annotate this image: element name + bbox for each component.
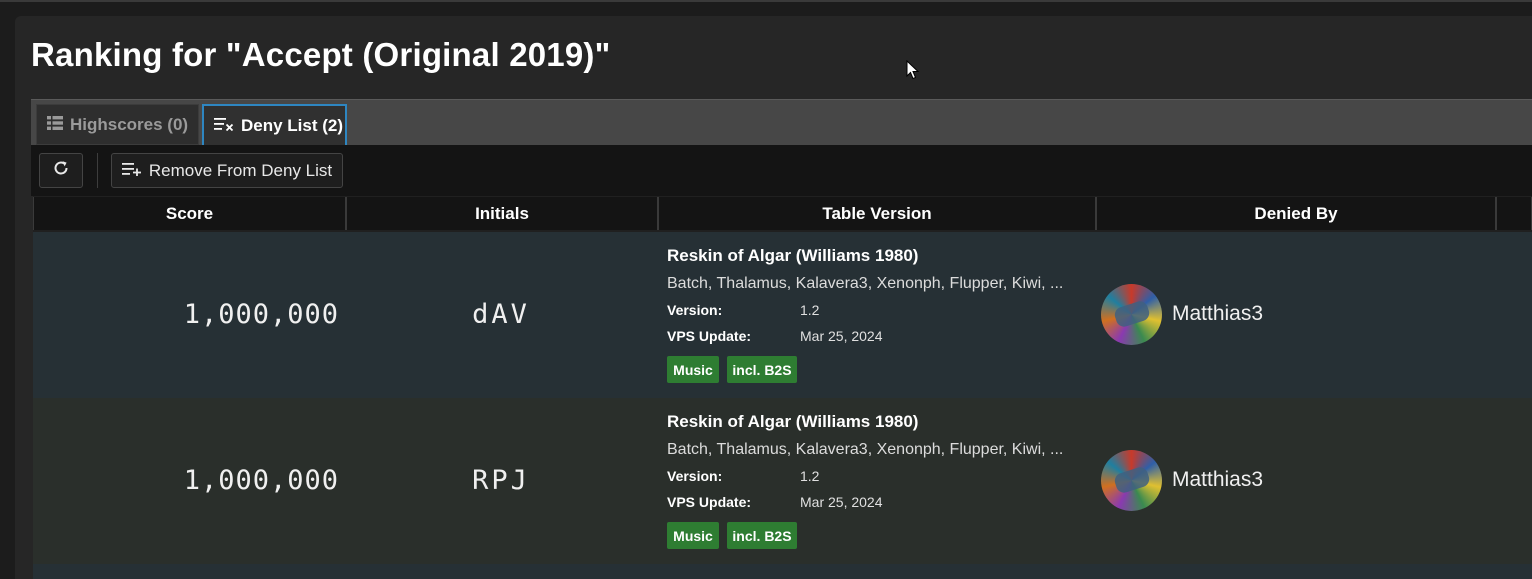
column-header-score[interactable]: Score xyxy=(33,197,346,230)
refresh-button[interactable] xyxy=(39,153,83,188)
list-icon xyxy=(47,115,63,135)
deny-list-table: Score Initials Table Version Denied By 1… xyxy=(33,196,1532,579)
column-header-initials[interactable]: Initials xyxy=(346,197,658,230)
tag-music: Music xyxy=(667,356,719,383)
avatar xyxy=(1101,284,1162,345)
denied-by-name: Matthias3 xyxy=(1172,468,1264,491)
playlist-add-icon xyxy=(121,161,142,181)
column-header-table-version[interactable]: Table Version xyxy=(658,197,1096,230)
deny-list-icon xyxy=(214,116,234,136)
window-top-edge xyxy=(0,0,1532,2)
column-header-extra xyxy=(1496,197,1532,230)
vps-update-label: VPS Update: xyxy=(667,328,752,344)
vps-update-value: Mar 25, 2024 xyxy=(800,494,883,510)
table-row-partial xyxy=(33,564,1532,579)
tag-b2s: incl. B2S xyxy=(727,356,797,383)
table-header: Score Initials Table Version Denied By xyxy=(33,196,1532,232)
denied-by-name: Matthias3 xyxy=(1172,302,1264,325)
table-row[interactable]: 1,000,000 RPJ Reskin of Algar (Williams … xyxy=(33,398,1532,564)
version-label: Version: xyxy=(667,302,723,318)
version-label: Version: xyxy=(667,468,723,484)
table-version-authors: Batch, Thalamus, Kalavera3, Xenonph, Flu… xyxy=(667,441,1064,458)
tab-highscores-label: Highscores (0) xyxy=(70,114,189,134)
mouse-cursor-icon xyxy=(906,59,920,80)
tag-music: Music xyxy=(667,522,719,549)
table-version-title: Reskin of Algar (Williams 1980) xyxy=(667,246,919,265)
tab-highscores[interactable]: Highscores (0) xyxy=(36,104,199,145)
score-value: 1,000,000 xyxy=(183,299,339,330)
toolbar: Remove From Deny List xyxy=(31,145,1532,196)
tab-deny-list[interactable]: Deny List (2) xyxy=(202,104,347,145)
tab-strip: Highscores (0) Deny List (2) xyxy=(31,99,1532,146)
table-row[interactable]: 1,000,000 dAV Reskin of Algar (Williams … xyxy=(33,232,1532,398)
avatar xyxy=(1101,450,1162,511)
version-value: 1.2 xyxy=(800,302,820,318)
version-value: 1.2 xyxy=(800,468,820,484)
score-value: 1,000,000 xyxy=(183,465,339,496)
table-version-title: Reskin of Algar (Williams 1980) xyxy=(667,412,919,431)
refresh-icon xyxy=(52,159,70,182)
tag-b2s: incl. B2S xyxy=(727,522,797,549)
page-title: Ranking for "Accept (Original 2019)" xyxy=(31,36,611,73)
column-header-denied-by[interactable]: Denied By xyxy=(1096,197,1496,230)
vps-update-label: VPS Update: xyxy=(667,494,752,510)
table-version-authors: Batch, Thalamus, Kalavera3, Xenonph, Flu… xyxy=(667,275,1064,292)
tab-deny-list-label: Deny List (2) xyxy=(241,115,344,135)
remove-from-deny-list-label: Remove From Deny List xyxy=(148,160,333,180)
vps-update-value: Mar 25, 2024 xyxy=(800,328,883,344)
remove-from-deny-list-button[interactable]: Remove From Deny List xyxy=(111,153,343,188)
toolbar-separator xyxy=(97,153,98,188)
initials-value: RPJ xyxy=(472,465,530,496)
initials-value: dAV xyxy=(472,299,530,330)
